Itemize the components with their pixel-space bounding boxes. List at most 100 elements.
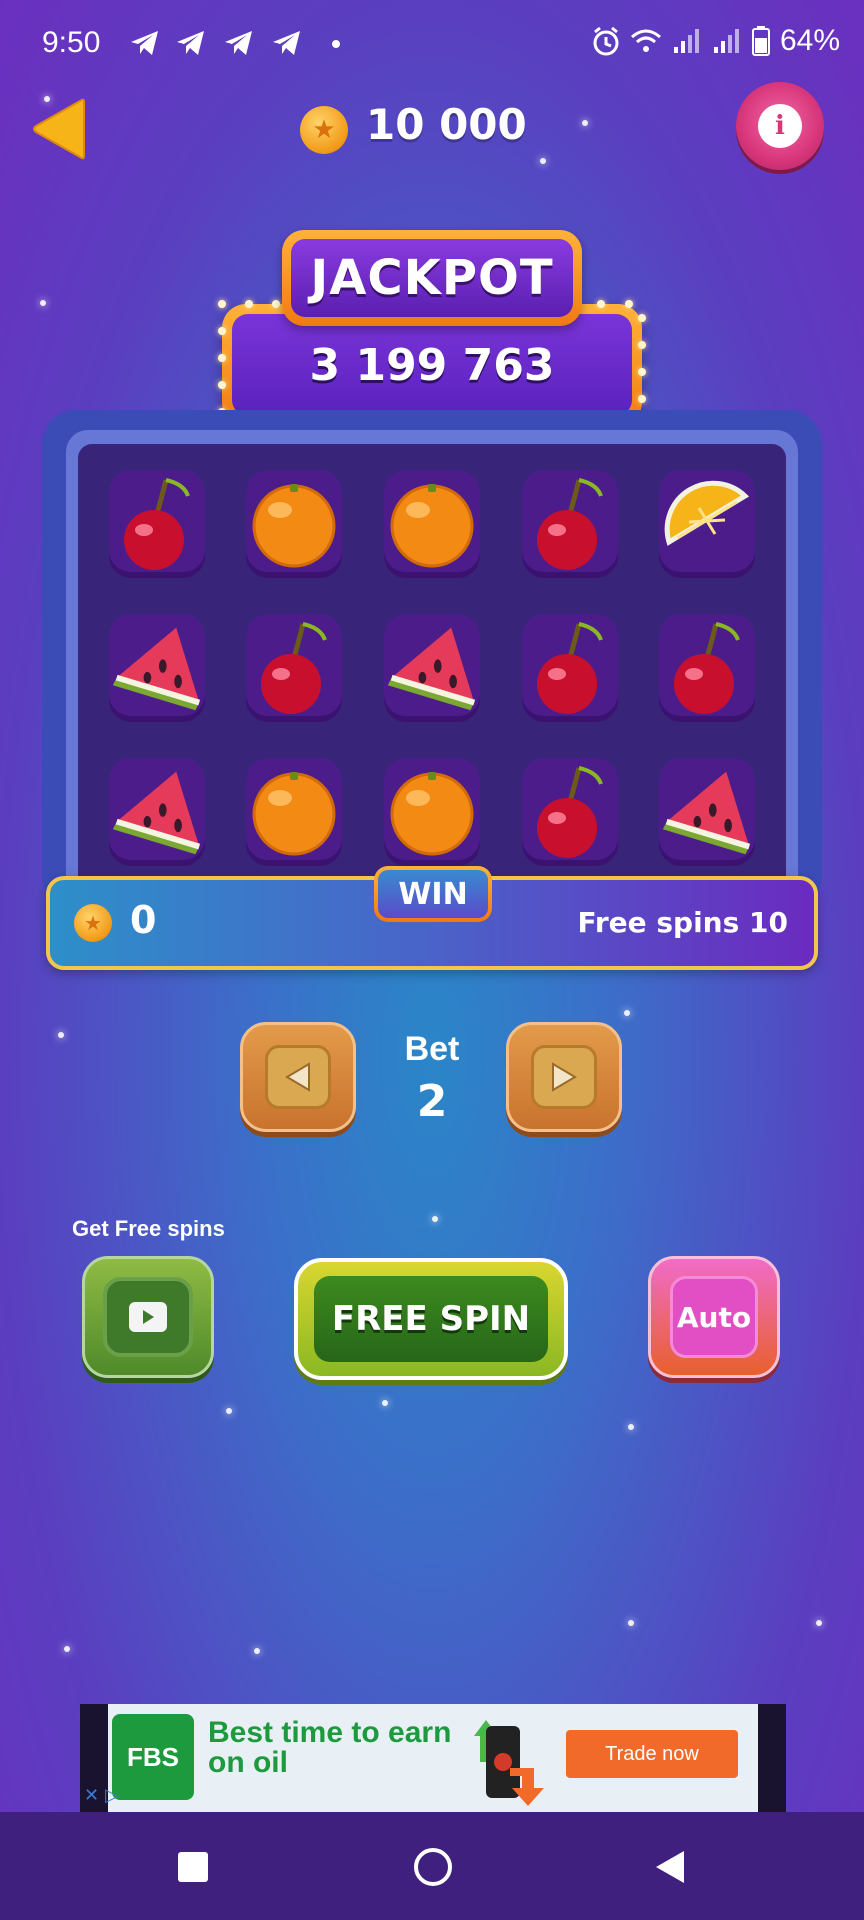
auto-spin-button[interactable]: Auto <box>648 1256 780 1378</box>
signal-icon <box>673 29 699 53</box>
reel-cell <box>226 740 364 884</box>
orange-icon <box>246 758 343 866</box>
battery-icon <box>751 26 770 56</box>
orange-icon <box>383 758 480 866</box>
info-icon: i <box>758 104 802 148</box>
status-right: 64% <box>592 24 840 58</box>
battery-percent: 64% <box>779 24 840 57</box>
reel-cell <box>501 740 639 884</box>
arrow-left-icon <box>285 1062 310 1092</box>
ad-close-icon[interactable]: ✕ <box>84 1785 99 1806</box>
reel-cell <box>363 452 501 596</box>
ad-headline[interactable]: Best time to earn on oil <box>208 1718 458 1778</box>
sparkle <box>582 120 588 126</box>
sparkle <box>432 1216 438 1222</box>
sparkle <box>628 1424 634 1430</box>
marquee-bulb <box>597 300 606 308</box>
jackpot-amount: 3 199 763 <box>232 314 632 416</box>
cherry-icon <box>108 470 205 578</box>
reel-cell <box>88 596 226 740</box>
bet-increase-button[interactable] <box>506 1022 622 1132</box>
jackpot-title: JACKPOT <box>291 239 573 317</box>
marquee-bulb <box>218 300 226 308</box>
sparkle <box>628 1620 634 1626</box>
recents-button[interactable] <box>178 1852 208 1882</box>
sparkle <box>624 1010 630 1016</box>
telegram-icon <box>225 31 252 55</box>
cherry-icon <box>246 614 343 722</box>
watermelon-icon <box>383 614 480 722</box>
bet-label: Bet <box>404 1030 460 1068</box>
free-spin-button[interactable]: FREE SPIN <box>294 1258 568 1380</box>
coin-icon: ★ <box>74 904 112 942</box>
marquee-bulb <box>624 300 633 308</box>
oil-barrel-icon <box>474 1720 544 1806</box>
back-arrow-icon[interactable] <box>30 98 90 160</box>
cherry-icon <box>659 614 756 722</box>
jackpot-title-panel: JACKPOT <box>282 230 582 326</box>
signal-icon <box>713 29 739 53</box>
reel-cell <box>638 740 776 884</box>
marquee-bulb <box>272 300 281 308</box>
marquee-bulb <box>638 394 646 403</box>
reel-cell <box>638 452 776 596</box>
alarm-icon <box>593 26 619 56</box>
slot-reels <box>42 410 822 910</box>
sparkle <box>226 1408 232 1414</box>
sparkle <box>40 300 46 306</box>
telegram-icon <box>177 31 204 55</box>
marquee-bulb <box>638 340 646 349</box>
sparkle <box>816 1620 822 1626</box>
telegram-icon <box>131 31 158 55</box>
win-label: WIN <box>378 870 488 918</box>
reel-cell <box>638 596 776 740</box>
watermelon-icon <box>108 614 205 722</box>
reel-inner-frame <box>66 430 798 910</box>
auto-label: Auto <box>670 1276 758 1358</box>
cherry-icon <box>521 614 618 722</box>
ad-cta-button[interactable]: Trade now <box>566 1730 738 1778</box>
watermelon-icon <box>659 758 756 866</box>
ad-choices-icon[interactable]: ▷ <box>105 1785 119 1806</box>
watermelon-icon <box>108 758 205 866</box>
reel-cell <box>363 740 501 884</box>
reel-cell <box>501 452 639 596</box>
orange-slice-icon <box>659 470 756 578</box>
home-button[interactable] <box>414 1848 452 1886</box>
watch-video-button[interactable] <box>82 1256 214 1378</box>
bet-decrease-button[interactable] <box>240 1022 356 1132</box>
sparkle <box>382 1400 388 1406</box>
orange-icon <box>383 470 480 578</box>
bet-value: 2 <box>416 1076 448 1127</box>
video-play-icon <box>129 1302 167 1332</box>
cherry-icon <box>521 470 618 578</box>
reel-cell <box>226 452 364 596</box>
free-spins-count: Free spins 10 <box>577 906 789 939</box>
reel-cell <box>88 740 226 884</box>
reel-cell <box>363 596 501 740</box>
free-spin-label: FREE SPIN <box>314 1276 548 1362</box>
reel-cell <box>88 452 226 596</box>
sparkle <box>540 158 546 164</box>
marquee-bulb <box>218 381 226 390</box>
win-amount: 0 <box>130 898 157 942</box>
coin-icon: ★ <box>300 106 348 154</box>
wifi-icon <box>630 29 661 52</box>
sparkle <box>58 1032 64 1038</box>
marquee-bulb <box>218 354 226 363</box>
marquee-bulb <box>638 313 646 322</box>
ad-choices[interactable]: ✕ ▷ <box>84 1782 156 1808</box>
marquee-bulb <box>245 300 254 308</box>
status-time: 9:50 <box>42 26 101 59</box>
win-label-badge: WIN <box>374 866 492 922</box>
notification-dot-icon <box>332 40 340 48</box>
sparkle <box>254 1648 260 1654</box>
reel-grid <box>78 444 786 910</box>
status-bar: 9:50 64% <box>0 0 864 90</box>
marquee-bulb <box>218 327 226 336</box>
nav-back-button[interactable] <box>654 1849 686 1885</box>
info-button[interactable]: i <box>736 82 824 170</box>
marquee-bulb <box>638 367 646 376</box>
arrow-right-icon <box>552 1062 577 1092</box>
coin-balance: 10 000 <box>366 100 527 149</box>
